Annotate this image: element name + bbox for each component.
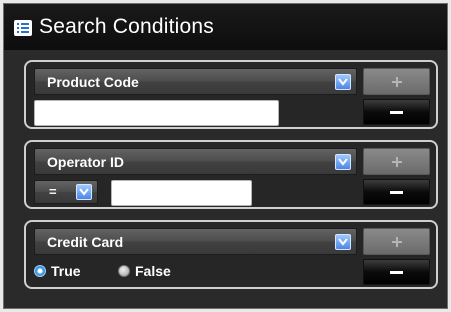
remove-condition-button[interactable] — [363, 259, 430, 285]
panel-header: Search Conditions — [4, 4, 447, 50]
condition-operator-id: Operator ID = — [24, 140, 438, 209]
radio-false-label: False — [135, 263, 171, 279]
remove-condition-button[interactable] — [363, 179, 430, 205]
condition-product-code: Product Code — [24, 60, 438, 129]
condition-credit-card: Credit Card True False — [24, 220, 438, 289]
operator-id-input[interactable] — [111, 180, 252, 206]
panel-title: Search Conditions — [39, 15, 214, 38]
list-icon — [14, 20, 32, 36]
field-dropdown[interactable]: Operator ID — [34, 148, 357, 175]
field-dropdown-label: Product Code — [47, 74, 139, 90]
field-dropdown-label: Credit Card — [47, 234, 124, 250]
chevron-down-icon[interactable] — [335, 154, 351, 170]
operator-dropdown[interactable]: = — [34, 180, 98, 204]
field-dropdown-label: Operator ID — [47, 154, 125, 170]
add-condition-button[interactable] — [363, 148, 430, 175]
operator-label: = — [49, 184, 57, 199]
chevron-down-icon[interactable] — [335, 234, 351, 250]
chevron-down-icon[interactable] — [76, 184, 92, 200]
radio-unselected-indicator[interactable] — [118, 265, 130, 277]
add-condition-button[interactable] — [363, 228, 430, 255]
radio-true-label: True — [51, 263, 81, 279]
field-dropdown[interactable]: Product Code — [34, 68, 357, 95]
remove-condition-button[interactable] — [363, 99, 430, 125]
product-code-input[interactable] — [34, 100, 279, 126]
add-condition-button[interactable] — [363, 68, 430, 95]
chevron-down-icon[interactable] — [335, 74, 351, 90]
radio-selected-indicator[interactable] — [34, 265, 46, 277]
field-dropdown[interactable]: Credit Card — [34, 228, 357, 255]
search-conditions-panel: Search Conditions Product Code Operator … — [3, 3, 448, 309]
